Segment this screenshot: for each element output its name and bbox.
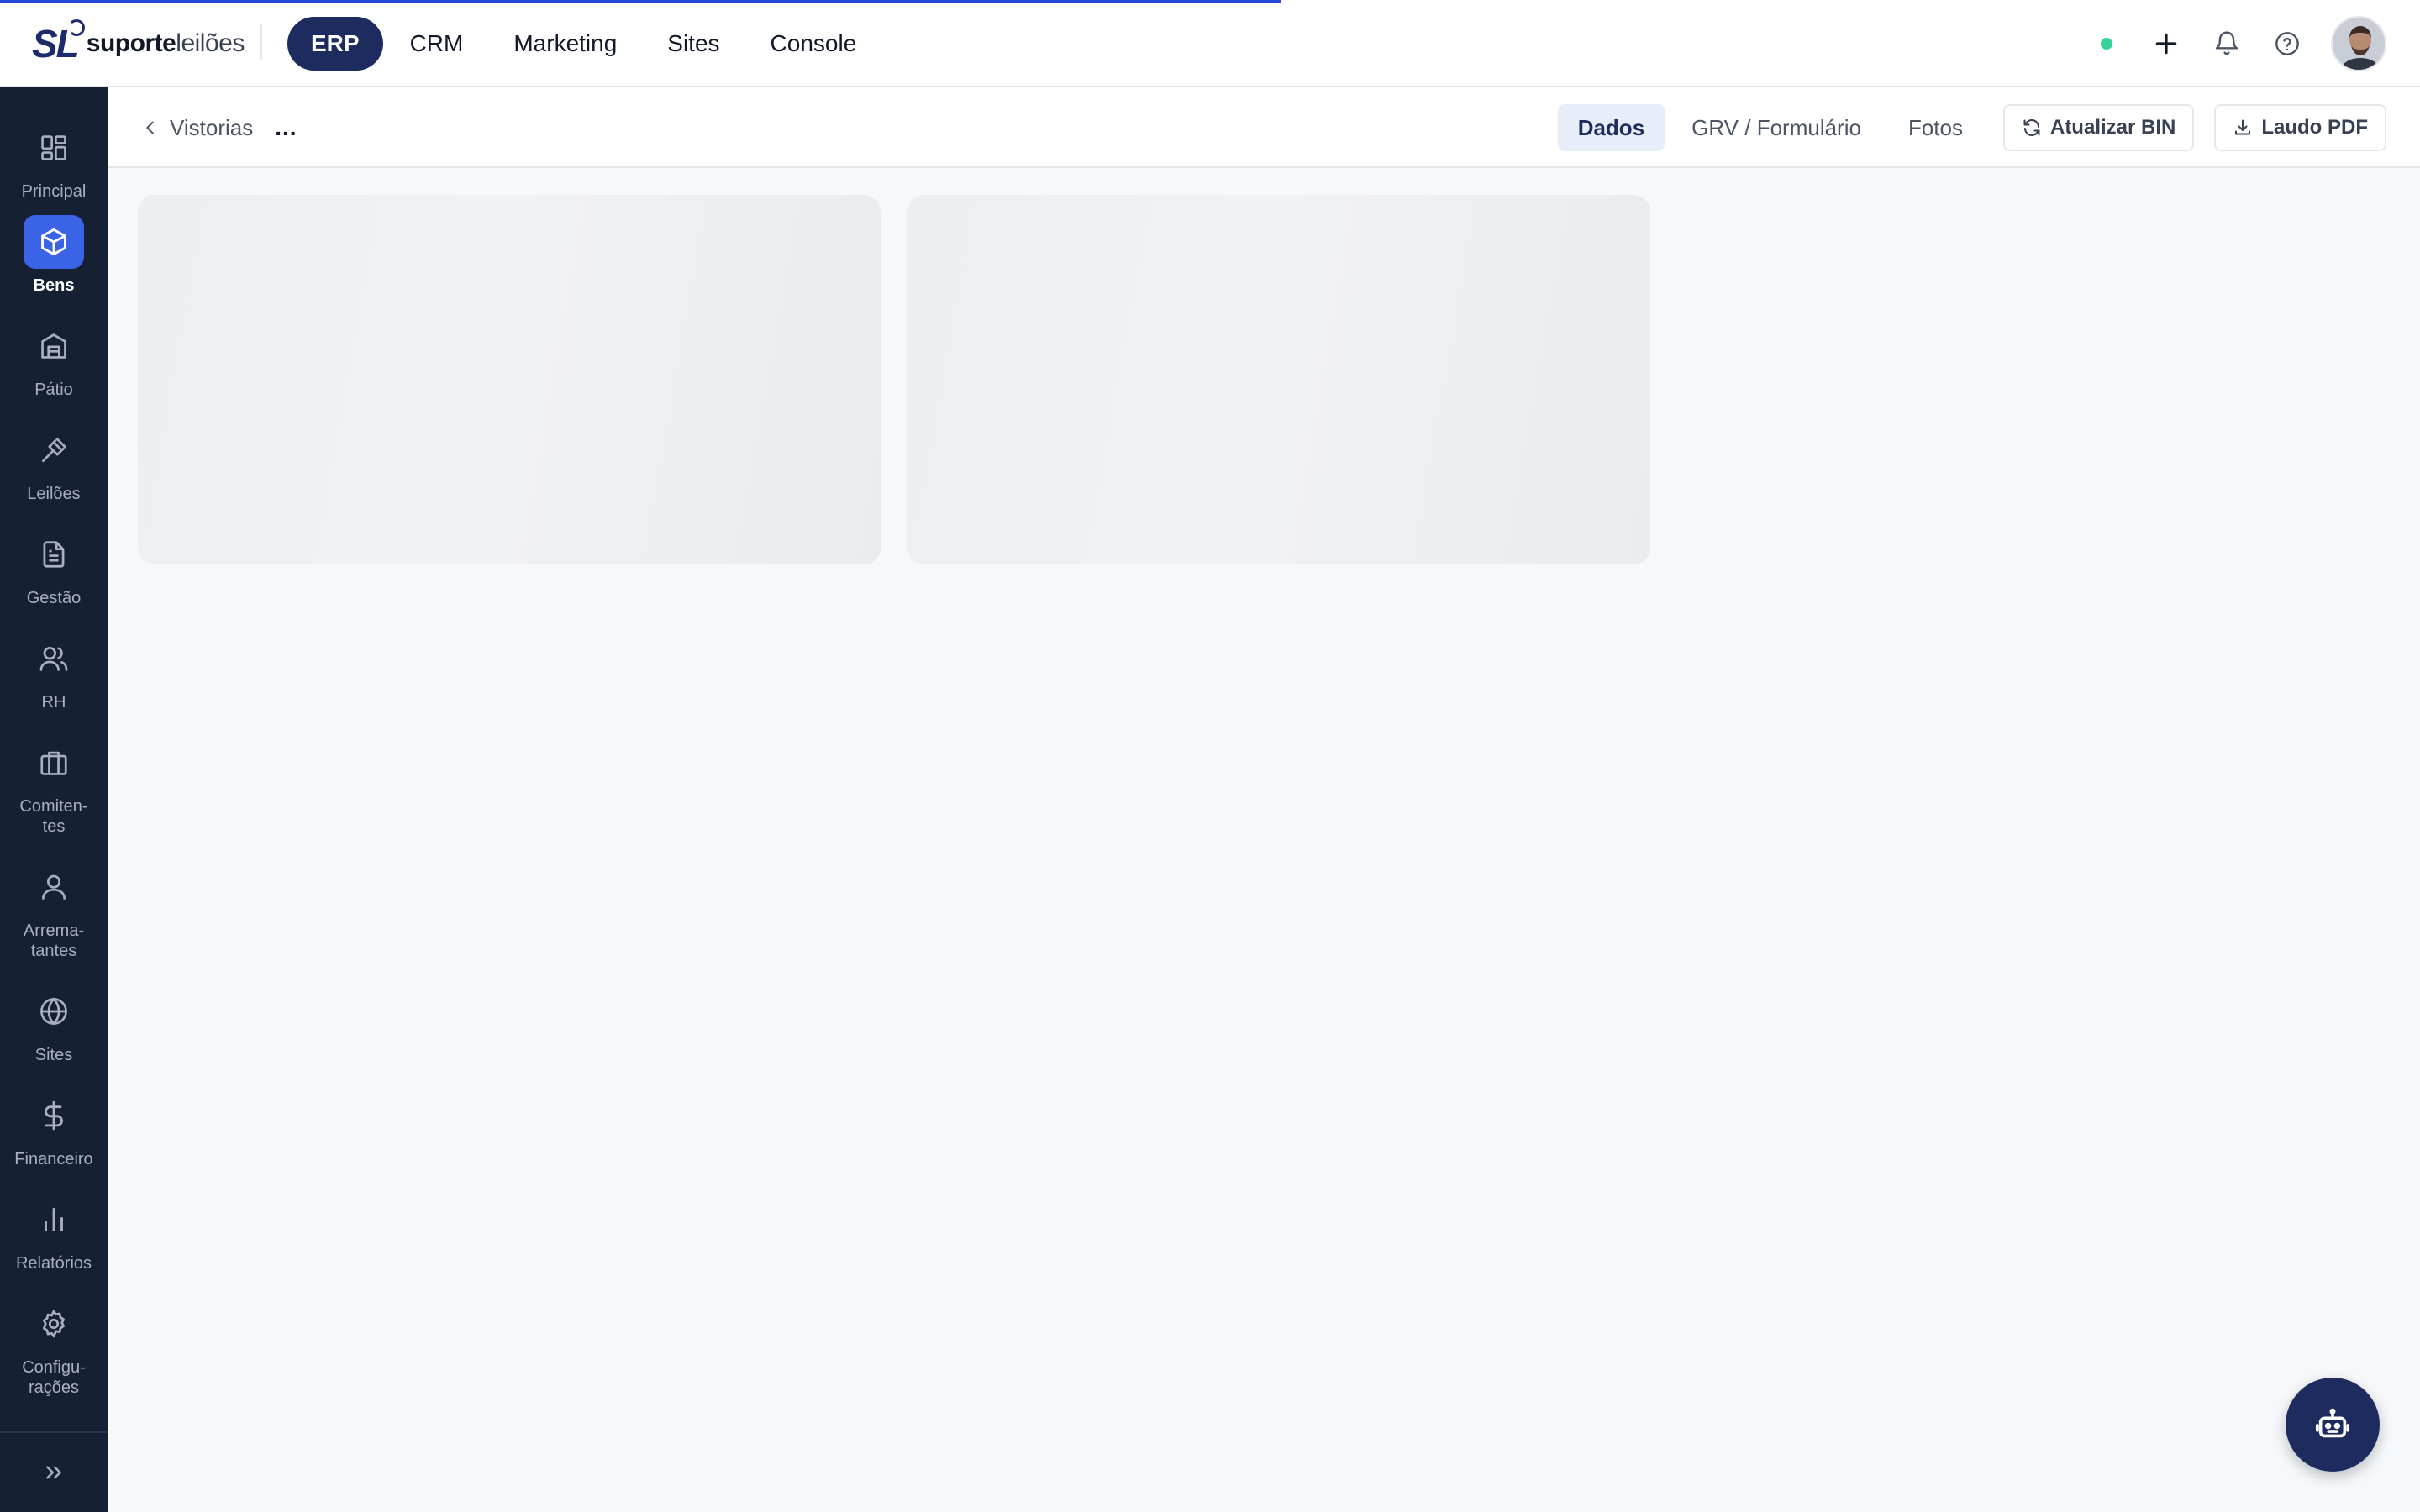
top-nav: ERP CRM Marketing Sites Console [287, 17, 880, 71]
topnav-marketing[interactable]: Marketing [490, 17, 640, 71]
briefcase-icon [40, 751, 67, 775]
breadcrumb: Vistorias ... [141, 109, 297, 146]
user-icon [41, 874, 66, 900]
sidebar-item-configuracoes[interactable]: Configu- rações [0, 1297, 108, 1398]
download-icon [2235, 119, 2251, 135]
loading-progress-bar [0, 0, 1281, 3]
loading-skeleton-card [908, 195, 1650, 564]
sidebar-item-label: Pátio [34, 381, 73, 399]
plus-icon [2155, 33, 2177, 55]
bar-chart-icon [45, 1207, 63, 1232]
chevron-left-icon [146, 121, 154, 134]
sidebar-item-principal[interactable]: Principal [0, 121, 108, 202]
topnav-crm[interactable]: CRM [387, 17, 487, 71]
sidebar-item-rh[interactable]: RH [0, 632, 108, 712]
gear-icon [42, 1310, 66, 1338]
update-bin-label: Atualizar BIN [2049, 116, 2176, 139]
sidebar-item-label: Gestão [26, 589, 82, 607]
online-status-indicator [2101, 38, 2112, 50]
avatar-image [2333, 18, 2385, 70]
sidebar-item-label: Bens [33, 276, 75, 295]
top-bar: SL suporteleilões ERP CRM Marketing Site… [0, 0, 2420, 87]
breadcrumb-vistorias: Vistorias [170, 114, 254, 140]
dollar-icon [45, 1100, 63, 1131]
sidebar-item-label: Configu- rações [22, 1358, 86, 1397]
refresh-icon [2023, 119, 2040, 136]
sidebar-item-financeiro[interactable]: Financeiro [0, 1089, 108, 1169]
topnav-erp[interactable]: ERP [287, 17, 383, 71]
logo-divider [260, 24, 262, 60]
top-right-actions [2101, 15, 2386, 72]
help-button[interactable] [2270, 27, 2304, 60]
brand-name: suporteleilões [86, 29, 245, 57]
brand-logo[interactable]: SL suporteleilões [32, 19, 245, 66]
sidebar-item-gestao[interactable]: Gestão [0, 528, 108, 608]
laudo-pdf-label: Laudo PDF [2261, 116, 2368, 139]
sidebar-item-bens[interactable]: Bens [0, 215, 108, 296]
update-bin-button[interactable]: Atualizar BIN [2002, 104, 2195, 151]
laudo-pdf-button[interactable]: Laudo PDF [2214, 104, 2386, 151]
sidebar-item-sites[interactable]: Sites [0, 984, 108, 1065]
users-icon [39, 646, 68, 671]
sidebar-item-arrematantes[interactable]: Arrema- tantes [0, 860, 108, 961]
sidebar-item-label: Leilões [27, 485, 81, 503]
detail-tabs: Dados GRV / Formulário Fotos Atualizar B… [1557, 102, 2386, 153]
page-subheader: Vistorias ... Dados GRV / Formulário Fot… [108, 87, 2420, 168]
notifications-button[interactable] [2210, 27, 2244, 60]
gavel-icon [41, 438, 66, 463]
breadcrumb-more[interactable]: ... [275, 114, 297, 141]
bell-icon [2215, 31, 2238, 55]
sidebar-item-label: Arrema- tantes [23, 921, 85, 960]
building-icon [41, 333, 66, 359]
box-icon [41, 228, 66, 255]
sidebar-item-comitentes[interactable]: Comiten- tes [0, 736, 108, 837]
sidebar-item-label: RH [41, 693, 66, 711]
topnav-sites[interactable]: Sites [644, 17, 743, 71]
tab-fotos[interactable]: Fotos [1888, 104, 1983, 151]
sidebar-item-relatorios[interactable]: Relatórios [0, 1193, 108, 1273]
tab-grv-formulario[interactable]: GRV / Formulário [1671, 104, 1881, 151]
globe-icon [40, 997, 67, 1026]
user-avatar[interactable] [2331, 16, 2386, 71]
document-icon [43, 541, 65, 568]
sidebar-expand-button[interactable] [0, 1431, 108, 1512]
sidebar-item-label: Financeiro [14, 1150, 93, 1168]
robot-icon [2315, 1408, 2350, 1438]
breadcrumb-back-link[interactable]: Vistorias [141, 115, 253, 141]
loading-skeleton-card [138, 195, 881, 564]
sidebar-item-leiloes[interactable]: Leilões [0, 423, 108, 504]
sidebar-item-label: Sites [34, 1046, 73, 1064]
chevrons-right-icon [46, 1466, 61, 1479]
brand-mark: SL [32, 19, 85, 66]
help-icon [2275, 32, 2299, 55]
sidebar-item-label: Principal [21, 182, 87, 201]
sidebar-item-patio[interactable]: Pátio [0, 319, 108, 400]
topnav-console[interactable]: Console [747, 17, 881, 71]
sidebar-item-label: Comiten- tes [19, 797, 88, 836]
assistant-bot-button[interactable] [2286, 1378, 2380, 1472]
tab-dados[interactable]: Dados [1557, 104, 1665, 151]
sidebar: Principal Bens Pátio Leilões Gestão RH C… [0, 87, 108, 1512]
sidebar-item-label: Relatórios [15, 1254, 92, 1273]
grid-icon [41, 135, 66, 160]
add-button[interactable] [2149, 27, 2183, 60]
